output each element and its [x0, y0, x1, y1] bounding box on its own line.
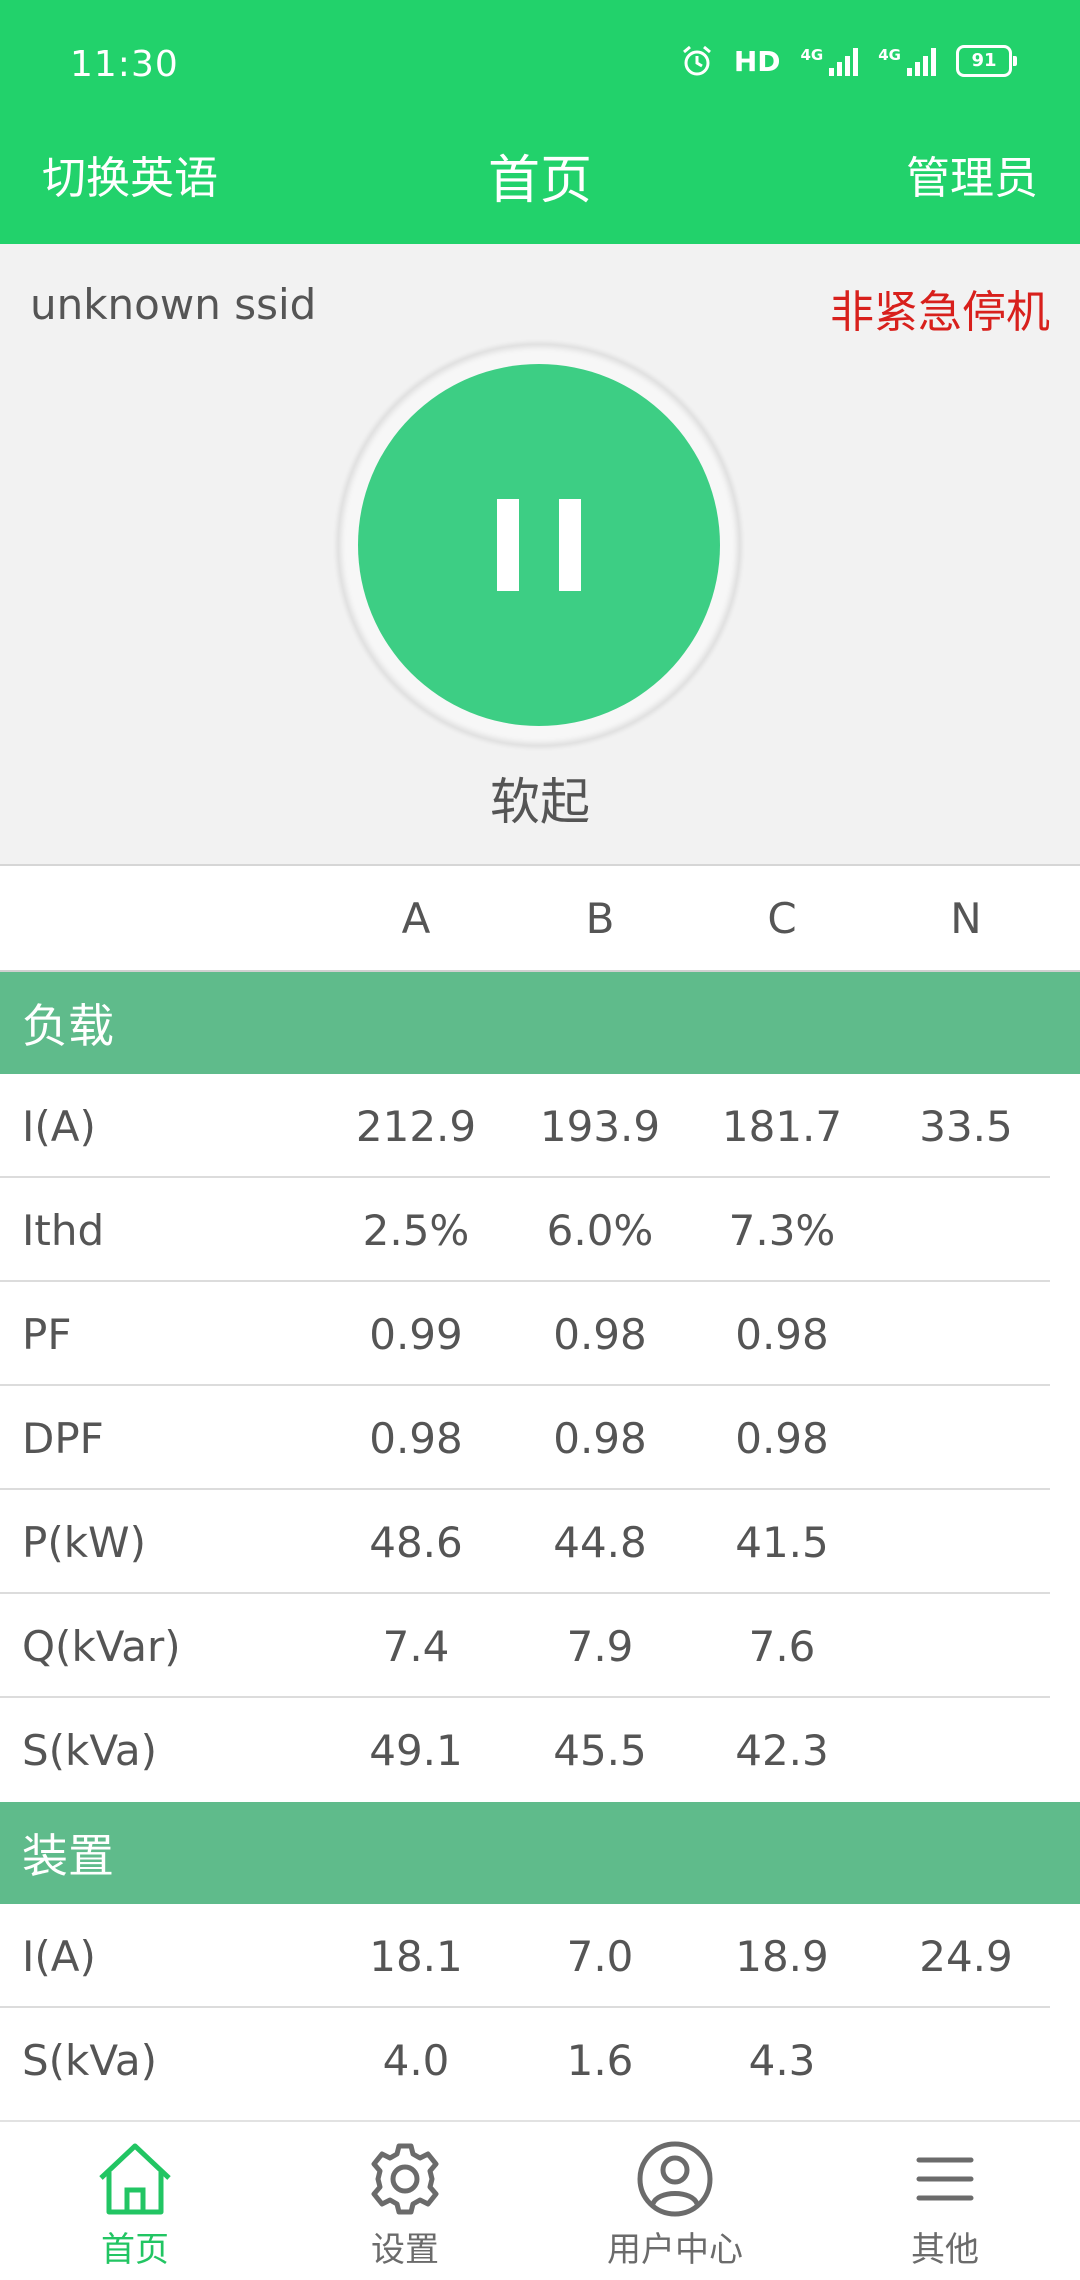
cell-a: 48.6	[369, 1517, 463, 1567]
home-icon	[99, 2143, 171, 2215]
cell-c: 41.5	[735, 1517, 829, 1567]
signal-icon-1: 4G	[801, 46, 859, 76]
cell-c: 7.6	[748, 1621, 816, 1671]
cell-n	[876, 1178, 1056, 1282]
table-row: S(kVa) 4.0 1.6 4.3	[0, 2008, 1080, 2112]
header: 切换英语 首页 管理员	[0, 130, 1080, 244]
cell-c: 42.3	[735, 1725, 829, 1775]
cell-a: 2.5%	[362, 1205, 470, 1255]
cell-c: 181.7	[721, 1101, 843, 1151]
network-type-1: 4G	[800, 46, 824, 64]
cell-b: 0.98	[553, 1309, 647, 1359]
nav-user-center-label: 用户中心	[607, 2230, 743, 2270]
row-label: I(A)	[22, 1101, 96, 1151]
cell-b: 193.9	[539, 1101, 661, 1151]
pause-icon	[497, 499, 581, 591]
row-label: Ithd	[22, 1205, 105, 1255]
row-label: S(kVa)	[22, 1725, 157, 1775]
section-title: 负载	[22, 999, 114, 1053]
cell-a: 4.0	[382, 2035, 450, 2085]
cell-b: 1.6	[566, 2035, 634, 2085]
app-root: 11:30 HD 4G 4G 91 切换英语 首页 管理员 unknown ss…	[0, 0, 1080, 2280]
cell-n	[876, 1698, 1056, 1802]
section-load: 负载	[0, 972, 1080, 1074]
wifi-ssid: unknown ssid	[30, 280, 317, 329]
table-row: PF 0.99 0.98 0.98	[0, 1282, 1080, 1386]
nav-home-label: 首页	[101, 2230, 169, 2270]
mode-label: 软起	[490, 773, 590, 831]
cell-n: 24.9	[919, 1931, 1013, 1981]
cell-c: 7.3%	[728, 1205, 836, 1255]
row-label: P(kW)	[22, 1517, 146, 1567]
status-time: 11:30	[70, 44, 179, 85]
cell-a: 49.1	[369, 1725, 463, 1775]
cell-c: 0.98	[735, 1309, 829, 1359]
table-row: Q(kVar) 7.4 7.9 7.6	[0, 1594, 1080, 1698]
cell-b: 7.0	[566, 1931, 634, 1981]
menu-icon	[916, 2157, 974, 2201]
cell-a: 0.99	[369, 1309, 463, 1359]
section-title: 装置	[22, 1829, 114, 1883]
top-bar: 11:30 HD 4G 4G 91 切换英语 首页 管理员	[0, 0, 1080, 244]
nav-other-label: 其他	[911, 2230, 979, 2270]
cell-a: 212.9	[355, 1101, 477, 1151]
table-row: S(kVa) 49.1 45.5 42.3	[0, 1698, 1080, 1802]
cell-b: 0.98	[553, 1413, 647, 1463]
row-label: DPF	[22, 1413, 104, 1463]
column-header-c: C	[767, 893, 797, 943]
table-row: Ithd 2.5% 6.0% 7.3%	[0, 1178, 1080, 1282]
pause-button[interactable]	[358, 364, 720, 726]
nav-home[interactable]: 首页	[0, 2122, 270, 2280]
status-indicators: HD 4G 4G 91	[680, 44, 1017, 78]
start-stop-ring	[338, 344, 740, 746]
row-label: I(A)	[22, 1931, 96, 1981]
column-header-a: A	[401, 893, 431, 943]
gear-icon	[371, 2143, 439, 2215]
nav-settings[interactable]: 设置	[270, 2122, 540, 2280]
cell-b: 6.0%	[546, 1205, 654, 1255]
nav-user-center[interactable]: 用户中心	[540, 2122, 810, 2280]
cell-n: 33.5	[919, 1101, 1013, 1151]
table-row: I(A) 212.9 193.9 181.7 33.5	[0, 1074, 1080, 1178]
cell-c: 4.3	[748, 2035, 816, 2085]
cell-b: 45.5	[553, 1725, 647, 1775]
cell-c: 0.98	[735, 1413, 829, 1463]
cell-a: 0.98	[369, 1413, 463, 1463]
signal-icon-2: 4G	[878, 46, 936, 76]
user-icon	[637, 2141, 713, 2217]
cell-a: 18.1	[369, 1931, 463, 1981]
control-panel: unknown ssid 非紧急停机 软起	[0, 244, 1080, 866]
cell-n	[876, 1594, 1056, 1698]
hd-indicator: HD	[733, 44, 781, 78]
cell-n	[876, 1282, 1056, 1386]
table-row: DPF 0.98 0.98 0.98	[0, 1386, 1080, 1490]
cell-b: 44.8	[553, 1517, 647, 1567]
alarm-icon	[682, 45, 711, 76]
table-row: I(A) 18.1 7.0 18.9 24.9	[0, 1904, 1080, 2008]
nav-other[interactable]: 其他	[810, 2122, 1080, 2280]
row-label: PF	[22, 1309, 72, 1359]
emergency-status: 非紧急停机	[830, 287, 1050, 338]
cell-n	[876, 1490, 1056, 1594]
table-row: P(kW) 48.6 44.8 41.5	[0, 1490, 1080, 1594]
cell-n	[876, 2008, 1056, 2112]
column-header-n: N	[950, 893, 982, 943]
cell-n	[876, 1386, 1056, 1490]
status-bar: 11:30 HD 4G 4G 91	[0, 0, 1080, 130]
cell-b: 7.9	[566, 1621, 634, 1671]
row-label: S(kVa)	[22, 2035, 157, 2085]
battery-icon: 91	[956, 45, 1017, 77]
network-type-2: 4G	[878, 46, 901, 64]
row-label: Q(kVar)	[22, 1621, 181, 1671]
data-table: A B C N 负载 I(A) 212.9 193.9 181.7 33.5 I…	[0, 866, 1080, 2112]
battery-level: 91	[971, 50, 997, 71]
section-device: 装置	[0, 1802, 1080, 1904]
admin-button[interactable]: 管理员	[906, 142, 1038, 206]
cell-c: 18.9	[735, 1931, 829, 1981]
nav-settings-label: 设置	[371, 2230, 439, 2270]
cell-a: 7.4	[382, 1621, 450, 1671]
table-header: A B C N	[0, 866, 1080, 972]
column-header-b: B	[585, 893, 615, 943]
bottom-nav: 首页 设置 用户中心 其他	[0, 2120, 1080, 2280]
